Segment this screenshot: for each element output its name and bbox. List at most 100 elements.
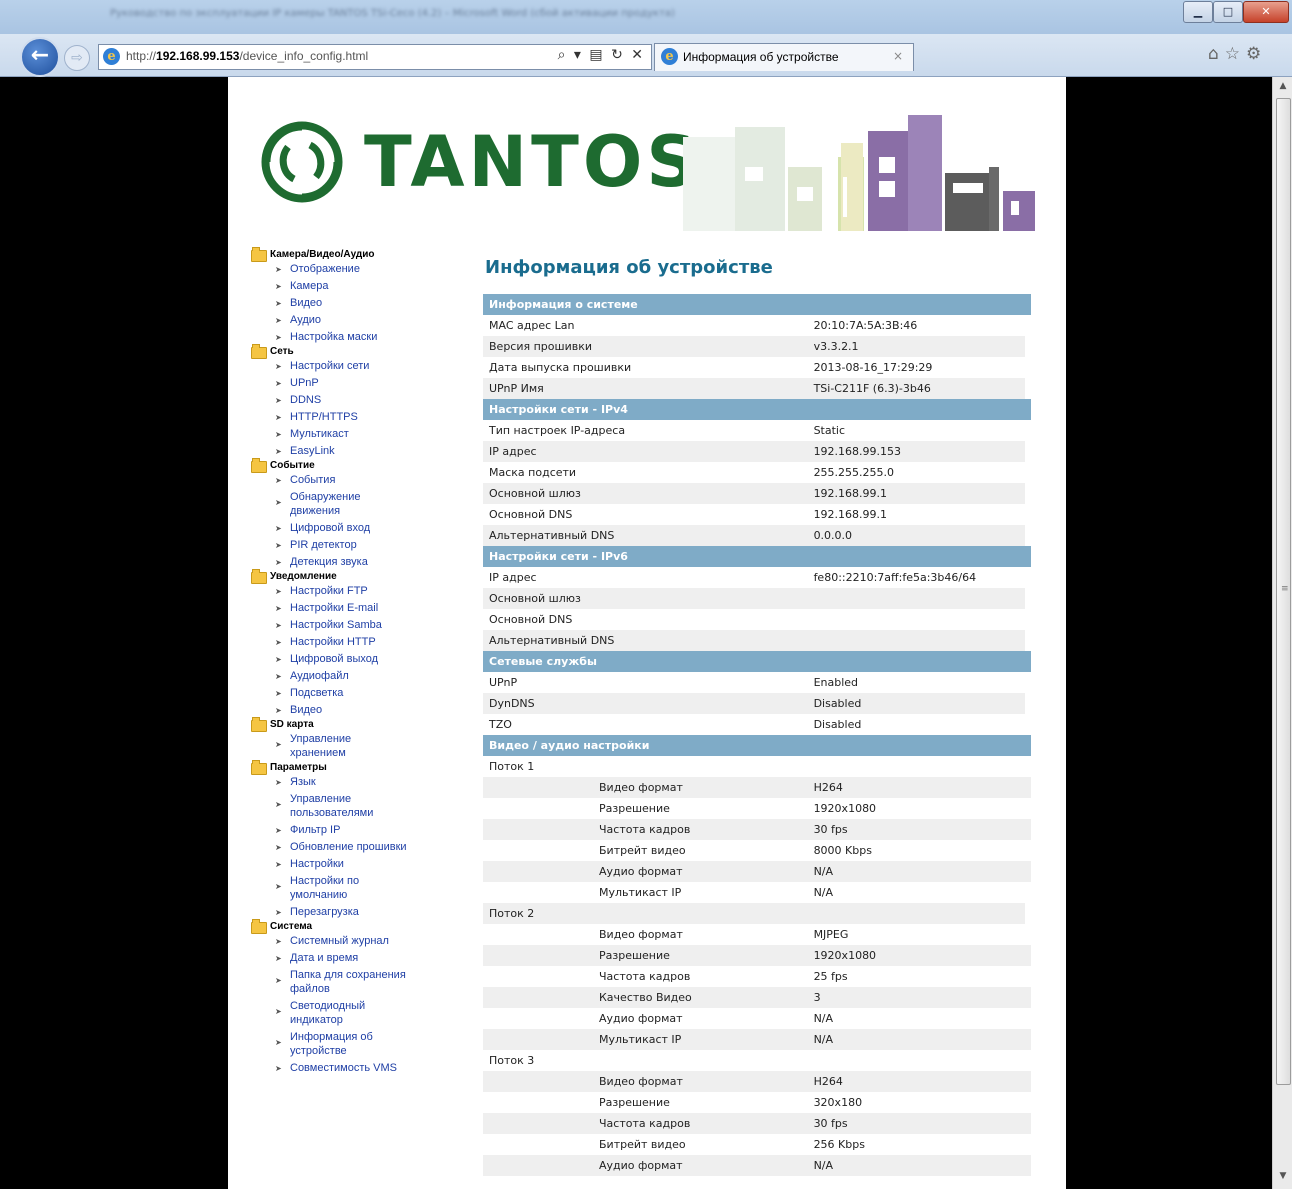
sidebar-category[interactable]: Камера/Видео/Аудио [250,247,450,262]
sidebar-item[interactable]: ➤ Системный журнал [250,933,450,950]
sidebar-item[interactable]: ➤ Камера [250,278,450,295]
info-row: TZO Disabled [483,714,1031,735]
address-bar[interactable]: e http://192.168.99.153/device_info_conf… [98,44,652,70]
arrow-left-icon: ← [30,43,50,68]
sidebar-menu: Камера/Видео/Аудио ➤ Отображение ➤ Камера ➤ Ви… [250,247,450,1077]
section-header: Сетевые службы [483,651,1031,672]
spacer-cell [1025,1029,1031,1050]
window-title: Руководство по эксплуатации IP камеры TA… [110,8,675,19]
arrow-bullet-icon: ➤ [275,843,282,852]
sidebar-category[interactable]: Уведомление [250,569,450,584]
sidebar-category[interactable]: Параметры [250,760,450,775]
window-titlebar[interactable]: Руководство по эксплуатации IP камеры TA… [0,0,1292,34]
info-row: Основной DNS 192.168.99.1 [483,504,1031,525]
sidebar-item-label: Мультикаст [290,428,349,440]
scrollbar-thumb[interactable]: ≡ [1276,98,1291,1085]
sidebar-category[interactable]: Система [250,919,450,934]
info-row: Разрешение 1920x1080 [483,798,1031,819]
sidebar-item[interactable]: ➤ Светодиодный индикатор [250,998,450,1029]
scroll-down-icon[interactable]: ▼ [1276,1171,1290,1185]
info-row: Маска подсети 255.255.255.0 [483,462,1031,483]
sidebar-category-label: Событие [270,460,315,471]
sidebar-item[interactable]: ➤ Настройки сети [250,358,450,375]
sidebar-item[interactable]: ➤ Папка для сохранения файлов [250,967,450,998]
sidebar-item-label: Системный журнал [290,935,389,947]
info-row: Альтернативный DNS 0.0.0.0 [483,525,1031,546]
sidebar-category-label: Система [270,921,313,932]
sidebar-item[interactable]: ➤ Настройка маски [250,329,450,346]
sidebar-category[interactable]: Событие [250,458,450,473]
sidebar-item[interactable]: ➤ Аудио [250,312,450,329]
sidebar-item-label: Детекция звука [290,556,368,568]
sidebar-item[interactable]: ➤ Цифровой вход [250,520,450,537]
browser-tab-active[interactable]: e Информация об устройстве × [654,43,914,71]
vertical-scrollbar[interactable]: ▲ ≡ ▼ [1272,77,1292,1189]
back-button[interactable]: ← [20,37,60,77]
sidebar-item-label: Настройка маски [290,331,378,343]
sidebar-item[interactable]: ➤ Подсветка [250,685,450,702]
sidebar-item-label: UPnP [290,377,319,389]
gear-icon[interactable]: ⚙ [1246,44,1267,64]
sidebar-item[interactable]: ➤ Детекция звука [250,554,450,571]
logo-text: TANTOS [364,121,701,203]
sidebar-item[interactable]: ➤ Управление пользователями [250,791,450,822]
star-icon[interactable]: ☆ [1225,44,1246,64]
tab-close-icon[interactable]: × [893,49,903,63]
minimize-button[interactable]: ▁ [1183,1,1213,23]
info-row: Качество Видео 3 [483,987,1031,1008]
spacer-cell [1025,798,1031,819]
arrow-bullet-icon: ➤ [275,476,282,485]
sidebar-item[interactable]: ➤ UPnP [250,375,450,392]
sidebar-item[interactable]: ➤ Язык [250,774,450,791]
sidebar-item[interactable]: ➤ Обнаружение движения [250,489,450,520]
sidebar-item[interactable]: ➤ Фильтр IP [250,822,450,839]
sidebar-item[interactable]: ➤ Настройки Samba [250,617,450,634]
sidebar-item[interactable]: ➤ Дата и время [250,950,450,967]
sidebar-item[interactable]: ➤ Обновление прошивки [250,839,450,856]
sidebar-item-label: Перезагрузка [290,906,359,918]
close-window-button[interactable]: ✕ [1243,1,1289,23]
sidebar-item[interactable]: ➤ События [250,472,450,489]
info-row: Битрейт видео 256 Kbps [483,1134,1031,1155]
sidebar-item[interactable]: ➤ Перезагрузка [250,904,450,921]
buildings-graphic [683,115,1035,231]
sidebar-item[interactable]: ➤ Настройки E-mail [250,600,450,617]
sidebar-category[interactable]: SD карта [250,717,450,732]
sidebar-category[interactable]: Сеть [250,344,450,359]
sidebar-item[interactable]: ➤ Цифровой выход [250,651,450,668]
sidebar-item-label: Отображение [290,263,360,275]
home-icon[interactable]: ⌂ [1208,44,1225,64]
forward-button[interactable]: ⇨ [64,45,90,71]
sidebar-item[interactable]: ➤ HTTP/HTTPS [250,409,450,426]
sidebar-item[interactable]: ➤ Настройки FTP [250,583,450,600]
info-row: UPnP Имя TSi-C211F (6.3)-3b46 [483,378,1031,399]
sidebar-item[interactable]: ➤ Видео [250,295,450,312]
info-label: Разрешение [483,945,808,966]
sidebar-item-label: Настройки [290,858,344,870]
arrow-bullet-icon: ➤ [275,954,282,963]
sidebar-item[interactable]: ➤ Настройки HTTP [250,634,450,651]
info-label: Мультикаст IP [483,1029,808,1050]
arrow-bullet-icon: ➤ [275,413,282,422]
maximize-button[interactable]: □ [1213,1,1243,23]
sidebar-item[interactable]: ➤ Мультикаст [250,426,450,443]
url-text[interactable]: http://192.168.99.153/device_info_config… [126,49,368,63]
sidebar-item[interactable]: ➤ Информация об устройстве [250,1029,450,1060]
logo-emblem-icon [261,121,343,203]
info-label: Битрейт видео [599,1138,686,1151]
address-bar-icons[interactable]: ⌕ ▾ ▤ ↻ ✕ [558,47,645,63]
info-label: Разрешение [599,1096,670,1109]
info-value [808,756,1025,777]
sidebar-item[interactable]: ➤ Совместимость VMS [250,1060,450,1077]
sidebar-item[interactable]: ➤ PIR детектор [250,537,450,554]
sidebar-item[interactable]: ➤ DDNS [250,392,450,409]
sidebar-item[interactable]: ➤ Управление хранением [250,731,450,762]
scroll-up-icon[interactable]: ▲ [1276,81,1290,95]
sidebar-item[interactable]: ➤ EasyLink [250,443,450,460]
sidebar-item[interactable]: ➤ Настройки по умолчанию [250,873,450,904]
sidebar-item[interactable]: ➤ Отображение [250,261,450,278]
sidebar-item[interactable]: ➤ Настройки [250,856,450,873]
arrow-bullet-icon: ➤ [275,706,282,715]
sidebar-item[interactable]: ➤ Видео [250,702,450,719]
sidebar-item[interactable]: ➤ Аудиофайл [250,668,450,685]
